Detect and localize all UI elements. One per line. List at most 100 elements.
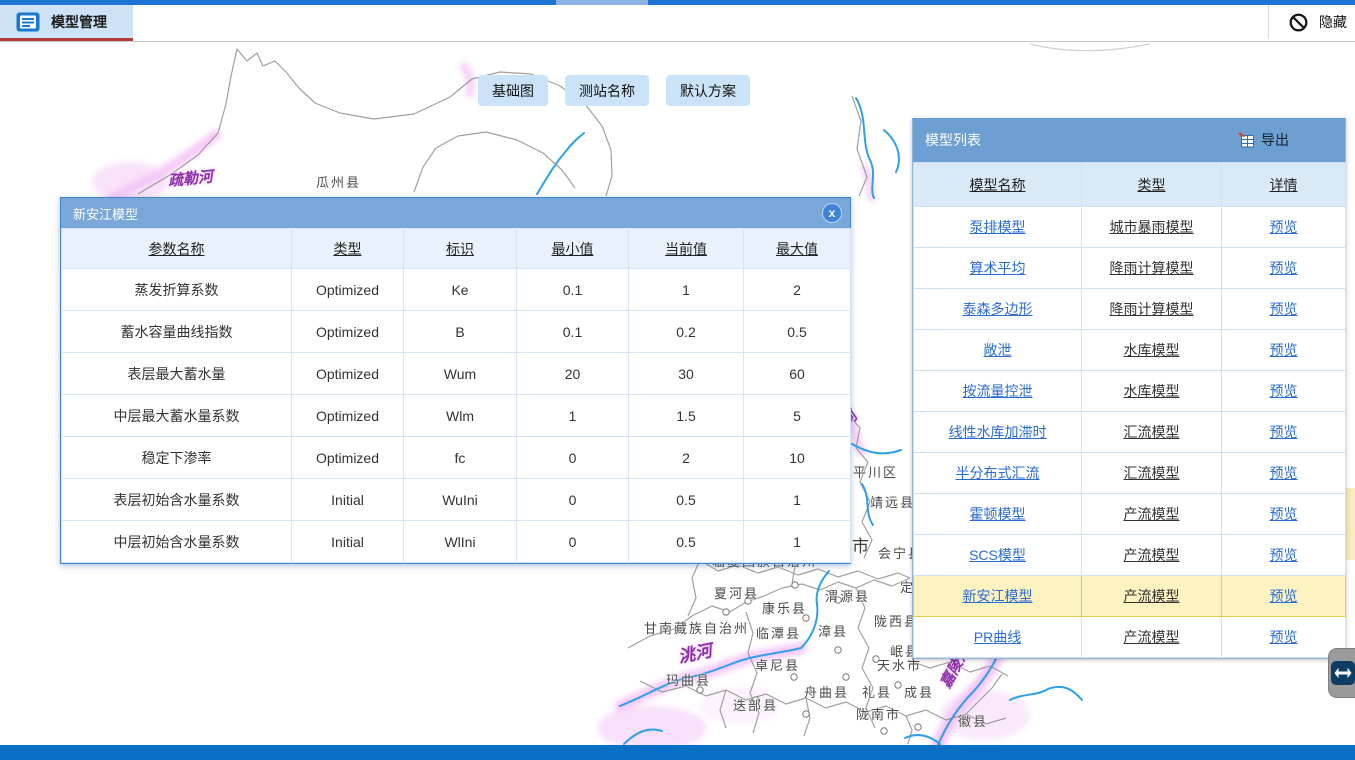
param-type-cell: Initial <box>292 479 404 521</box>
model-name-link[interactable]: 算术平均 <box>970 260 1026 276</box>
model-name-link[interactable]: 线性水库加滞时 <box>949 424 1047 440</box>
preview-link[interactable]: 预览 <box>1270 260 1298 276</box>
model-name-link[interactable]: 半分布式汇流 <box>956 465 1040 481</box>
model-type-link[interactable]: 汇流模型 <box>1124 424 1180 440</box>
model-name-link[interactable]: 敞泄 <box>984 342 1012 358</box>
model-type-link[interactable]: 水库模型 <box>1124 383 1180 399</box>
param-min-cell: 1 <box>517 395 629 437</box>
model-type-link[interactable]: 产流模型 <box>1124 506 1180 522</box>
model-type-link[interactable]: 产流模型 <box>1124 588 1180 604</box>
preview-link[interactable]: 预览 <box>1270 383 1298 399</box>
model-list-panel: 模型列表 导出 模型名称 类型 详情 泵排模型城市暴雨模型预览 算术平均降雨计算 <box>912 118 1346 659</box>
col-header-model-name[interactable]: 模型名称 <box>914 163 1082 207</box>
col-header-min[interactable]: 最小值 <box>517 229 629 269</box>
model-row: 泵排模型 城市暴雨模型 预览 <box>914 207 1346 248</box>
preview-link[interactable]: 预览 <box>1270 219 1298 235</box>
parameter-table: 参数名称 类型 标识 最小值 当前值 最大值 蒸发折算系数OptimizedKe… <box>61 228 851 563</box>
col-header-id[interactable]: 标识 <box>404 229 517 269</box>
model-type-link[interactable]: 汇流模型 <box>1124 465 1180 481</box>
param-name-cell: 中层初始含水量系数 <box>62 521 292 563</box>
model-row: SCS模型 产流模型 预览 <box>914 535 1346 576</box>
param-min-cell: 20 <box>517 353 629 395</box>
param-max-cell: 5 <box>744 395 851 437</box>
map-edge-highlight <box>1346 488 1355 560</box>
model-row: 按流量控泄 水库模型 预览 <box>914 371 1346 412</box>
param-current-cell: 0.5 <box>629 521 744 563</box>
param-max-cell: 60 <box>744 353 851 395</box>
param-id-cell: B <box>404 311 517 353</box>
preview-link[interactable]: 预览 <box>1270 588 1298 604</box>
param-name-cell: 表层初始含水量系数 <box>62 479 292 521</box>
model-name-link[interactable]: 按流量控泄 <box>963 383 1033 399</box>
param-max-cell: 1 <box>744 521 851 563</box>
param-id-cell: WlIni <box>404 521 517 563</box>
model-list-titlebar: 模型列表 导出 <box>913 118 1345 162</box>
col-header-model-type[interactable]: 类型 <box>1082 163 1222 207</box>
model-name-link[interactable]: PR曲线 <box>974 629 1021 645</box>
remote-control-handle[interactable] <box>1328 648 1355 698</box>
model-name-link[interactable]: 新安江模型 <box>963 588 1033 604</box>
block-icon <box>1289 13 1308 32</box>
model-list-title: 模型列表 <box>925 130 981 150</box>
col-header-model-detail[interactable]: 详情 <box>1222 163 1346 207</box>
param-name-cell: 表层最大蓄水量 <box>62 353 292 395</box>
param-current-cell: 0.5 <box>629 479 744 521</box>
export-button[interactable]: 导出 <box>1238 130 1289 150</box>
table-row: 蒸发折算系数OptimizedKe0.112 <box>62 269 851 311</box>
model-type-link[interactable]: 降雨计算模型 <box>1110 301 1194 317</box>
bottom-status-bar <box>0 745 1355 760</box>
model-type-link[interactable]: 水库模型 <box>1124 342 1180 358</box>
param-name-cell: 稳定下渗率 <box>62 437 292 479</box>
model-name-link[interactable]: SCS模型 <box>969 547 1026 563</box>
param-id-cell: Wum <box>404 353 517 395</box>
param-current-cell: 2 <box>629 437 744 479</box>
parameter-table-header-row: 参数名称 类型 标识 最小值 当前值 最大值 <box>62 229 851 269</box>
table-row: 稳定下渗率Optimizedfc0210 <box>62 437 851 479</box>
param-current-cell: 1 <box>629 269 744 311</box>
tab-model-management[interactable]: 模型管理 <box>0 5 133 41</box>
hide-button[interactable]: 隐藏 <box>1268 5 1347 39</box>
model-type-link[interactable]: 产流模型 <box>1124 629 1180 645</box>
col-header-current[interactable]: 当前值 <box>629 229 744 269</box>
model-row-selected: 新安江模型 产流模型 预览 <box>914 576 1346 617</box>
map-button-row: 基础图 测站名称 默认方案 <box>478 75 750 106</box>
param-max-cell: 2 <box>744 269 851 311</box>
model-name-link[interactable]: 泰森多边形 <box>963 301 1033 317</box>
base-map-button[interactable]: 基础图 <box>478 75 548 106</box>
preview-link[interactable]: 预览 <box>1270 629 1298 645</box>
model-name-link[interactable]: 泵排模型 <box>970 219 1026 235</box>
col-header-param-name[interactable]: 参数名称 <box>62 229 292 269</box>
model-type-link[interactable]: 降雨计算模型 <box>1110 260 1194 276</box>
preview-link[interactable]: 预览 <box>1270 547 1298 563</box>
param-type-cell: Initial <box>292 521 404 563</box>
param-min-cell: 0 <box>517 479 629 521</box>
model-row: 霍顿模型 产流模型 预览 <box>914 494 1346 535</box>
col-header-max[interactable]: 最大值 <box>744 229 851 269</box>
param-max-cell: 0.5 <box>744 311 851 353</box>
param-max-cell: 10 <box>744 437 851 479</box>
model-name-link[interactable]: 霍顿模型 <box>970 506 1026 522</box>
preview-link[interactable]: 预览 <box>1270 506 1298 522</box>
preview-link[interactable]: 预览 <box>1270 465 1298 481</box>
default-scheme-button[interactable]: 默认方案 <box>666 75 750 106</box>
preview-link[interactable]: 预览 <box>1270 301 1298 317</box>
preview-link[interactable]: 预览 <box>1270 342 1298 358</box>
close-icon[interactable]: x <box>822 203 842 223</box>
table-row: 蓄水容量曲线指数OptimizedB0.10.20.5 <box>62 311 851 353</box>
model-type-link[interactable]: 城市暴雨模型 <box>1110 219 1194 235</box>
preview-link[interactable]: 预览 <box>1270 424 1298 440</box>
param-type-cell: Optimized <box>292 269 404 311</box>
model-type-link[interactable]: 产流模型 <box>1124 547 1180 563</box>
table-row: 中层最大蓄水量系数OptimizedWlm11.55 <box>62 395 851 437</box>
col-header-type[interactable]: 类型 <box>292 229 404 269</box>
double-arrow-icon <box>1331 661 1355 685</box>
model-row: 线性水库加滞时 汇流模型 预览 <box>914 412 1346 453</box>
param-min-cell: 0 <box>517 521 629 563</box>
xinanjiang-model-dialog: 新安江模型 x 参数名称 类型 标识 最小值 当前值 最大值 蒸发折算系数Opt… <box>60 197 851 564</box>
model-table: 模型名称 类型 详情 泵排模型城市暴雨模型预览 算术平均降雨计算模型预览 泰森多… <box>913 162 1346 658</box>
param-min-cell: 0.1 <box>517 269 629 311</box>
param-type-cell: Optimized <box>292 353 404 395</box>
station-names-button[interactable]: 测站名称 <box>565 75 649 106</box>
dialog-header[interactable]: 新安江模型 x <box>61 198 850 228</box>
param-id-cell: Ke <box>404 269 517 311</box>
